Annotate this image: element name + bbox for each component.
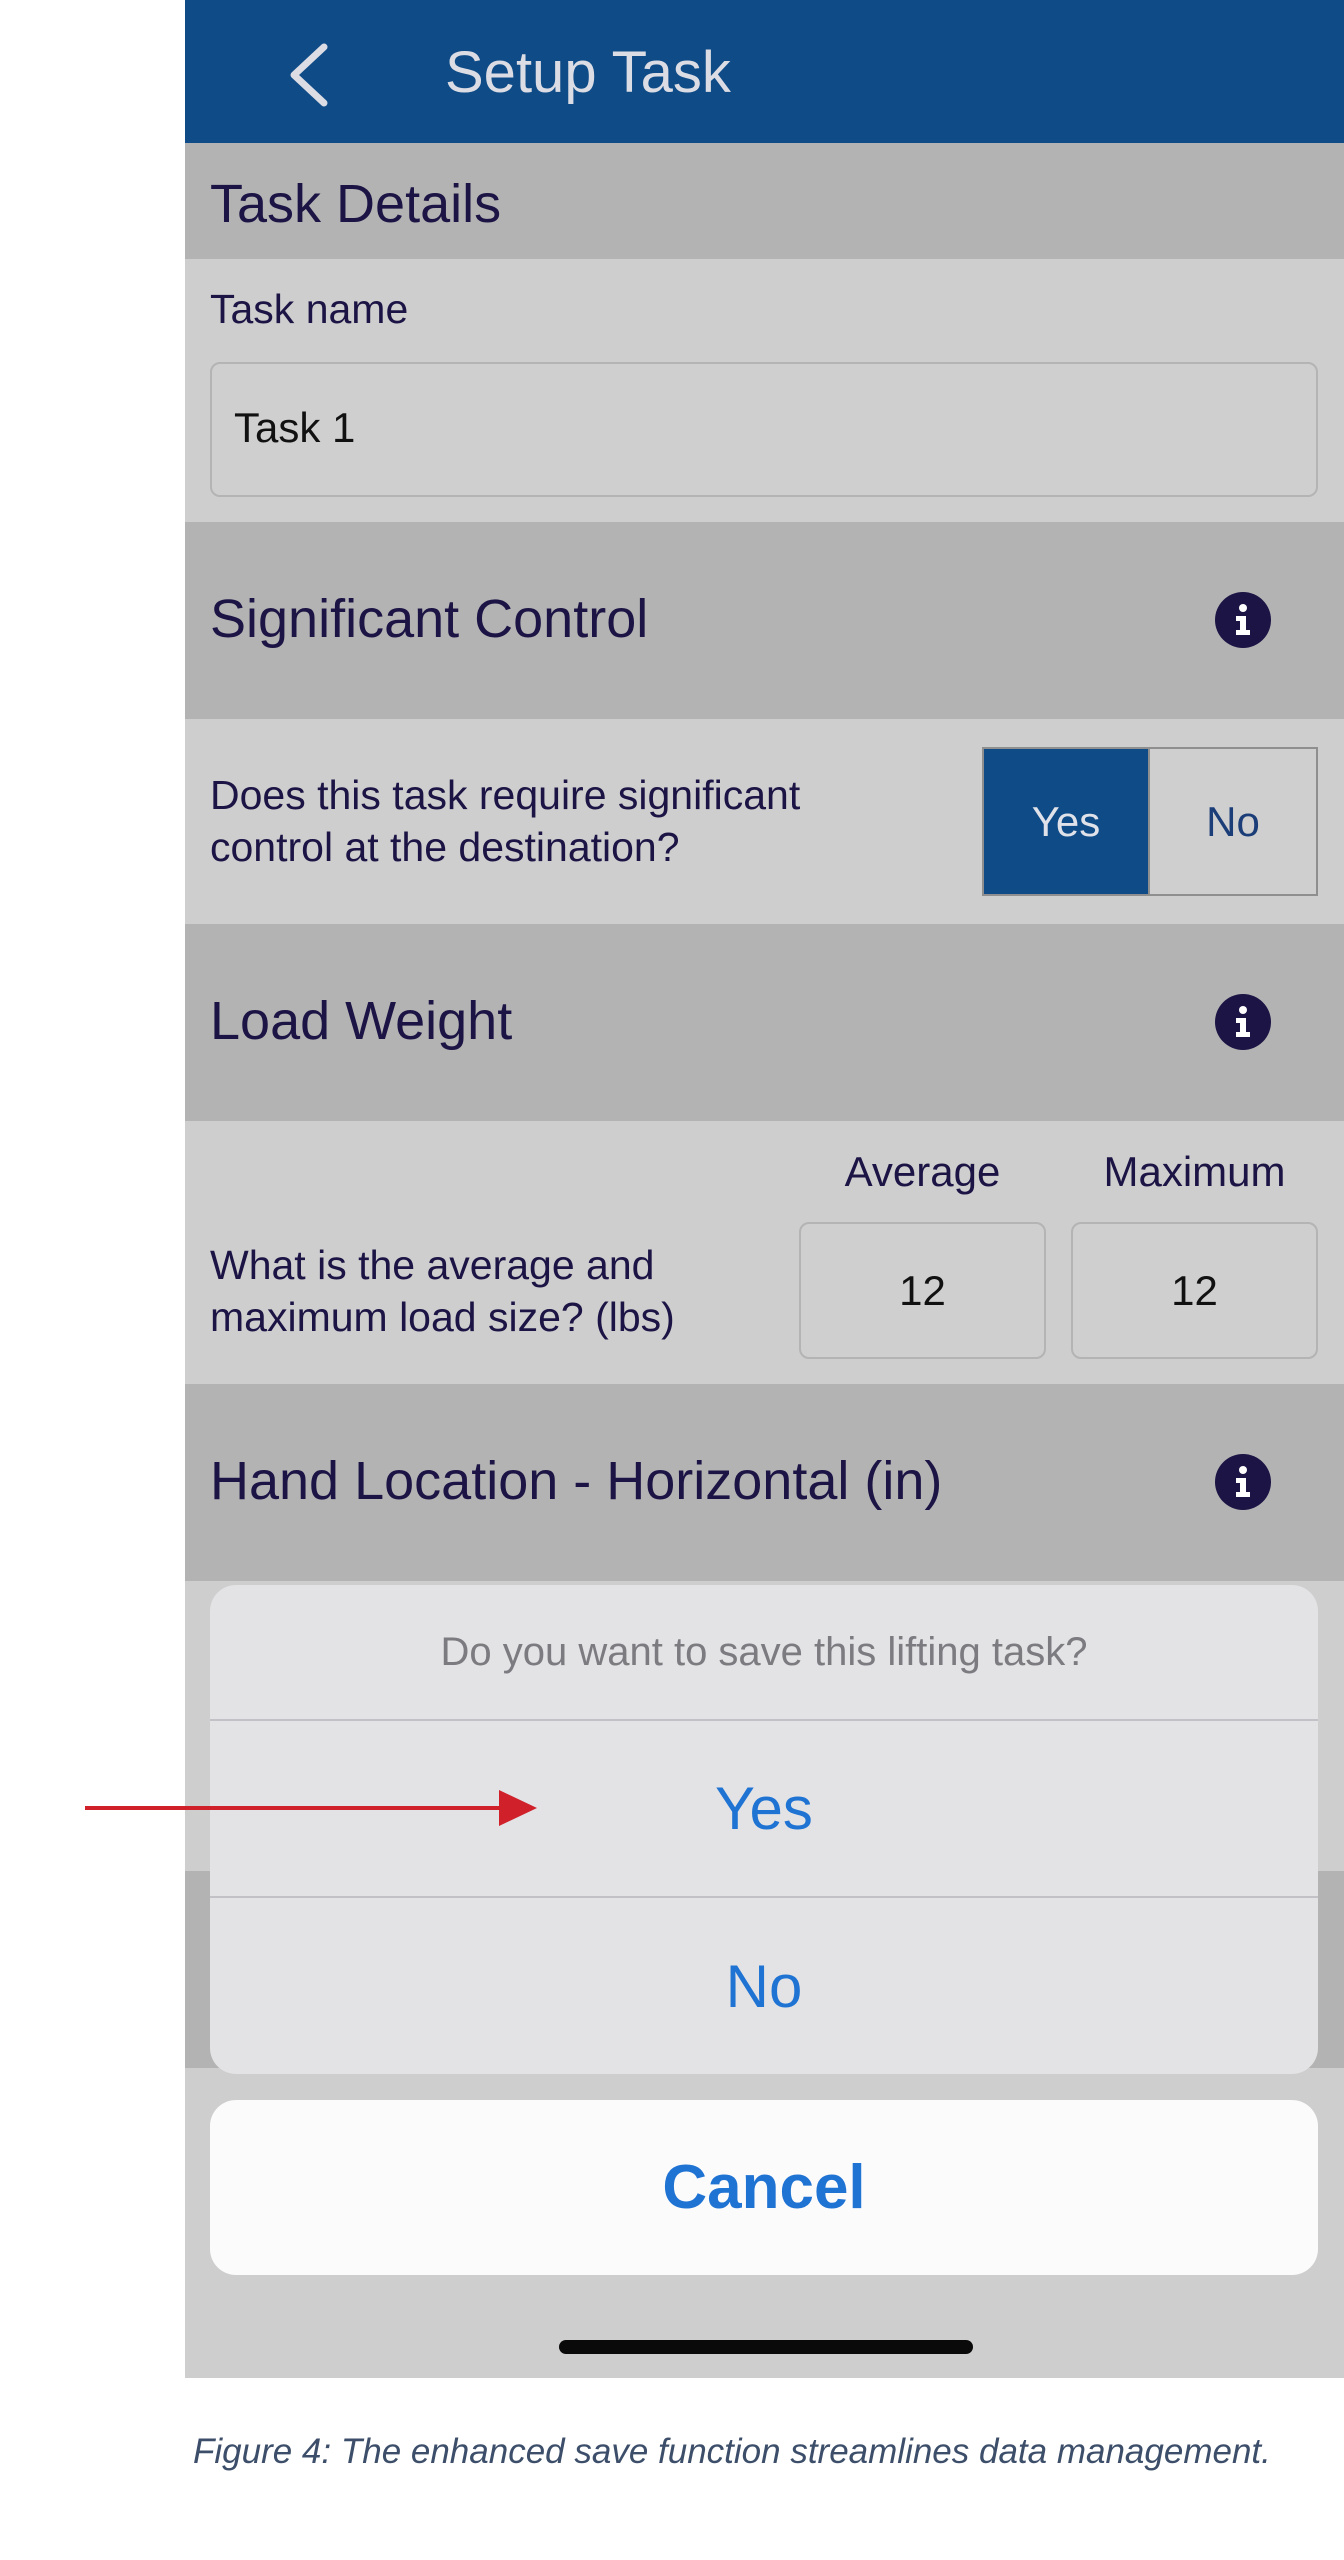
load-weight-header: Load Weight [185, 924, 1344, 1121]
hand-location-heading: Hand Location - Horizontal (in) [210, 1451, 943, 1511]
maximum-load-input[interactable]: 12 [1071, 1222, 1318, 1359]
load-weight-heading: Load Weight [210, 991, 513, 1051]
significant-control-toggle: Yes No [982, 747, 1318, 896]
annotation-arrow-icon [85, 1790, 537, 1826]
task-name-input[interactable]: Task 1 [210, 362, 1318, 497]
action-sheet-message: Do you want to save this lifting task? [440, 1629, 1088, 1674]
average-load-input[interactable]: 12 [799, 1222, 1046, 1359]
task-details-body: Task name Task 1 [185, 259, 1344, 522]
phone-screen: Setup Task Task Details Task name Task 1… [185, 0, 1344, 2378]
info-icon[interactable] [1215, 994, 1271, 1050]
save-no-button[interactable]: No [210, 1898, 1318, 2074]
figure-caption: Figure 4: The enhanced save function str… [193, 2432, 1271, 2471]
significant-control-no-button[interactable]: No [1150, 749, 1316, 894]
home-indicator[interactable] [559, 2340, 973, 2354]
significant-control-heading: Significant Control [210, 589, 649, 649]
back-button[interactable] [280, 42, 340, 108]
info-icon[interactable] [1215, 1454, 1271, 1510]
maximum-column-header: Maximum [1103, 1148, 1286, 1195]
significant-control-header: Significant Control [185, 522, 1344, 719]
page-title: Setup Task [445, 40, 731, 105]
average-column-header: Average [844, 1148, 1001, 1195]
chevron-left-icon [290, 43, 328, 107]
load-weight-question: What is the average and maximum load siz… [210, 1242, 675, 1340]
nav-bar: Setup Task [185, 0, 1344, 143]
cancel-button[interactable]: Cancel [210, 2100, 1318, 2275]
hand-location-header: Hand Location - Horizontal (in) [185, 1384, 1344, 1581]
task-details-header: Task Details [185, 143, 1344, 259]
significant-control-question: Does this task require significant contr… [210, 772, 801, 870]
significant-control-yes-button[interactable]: Yes [984, 749, 1150, 894]
task-name-value: Task 1 [234, 404, 356, 451]
task-name-label: Task name [210, 286, 409, 332]
info-icon[interactable] [1215, 592, 1271, 648]
task-details-heading: Task Details [210, 174, 502, 234]
